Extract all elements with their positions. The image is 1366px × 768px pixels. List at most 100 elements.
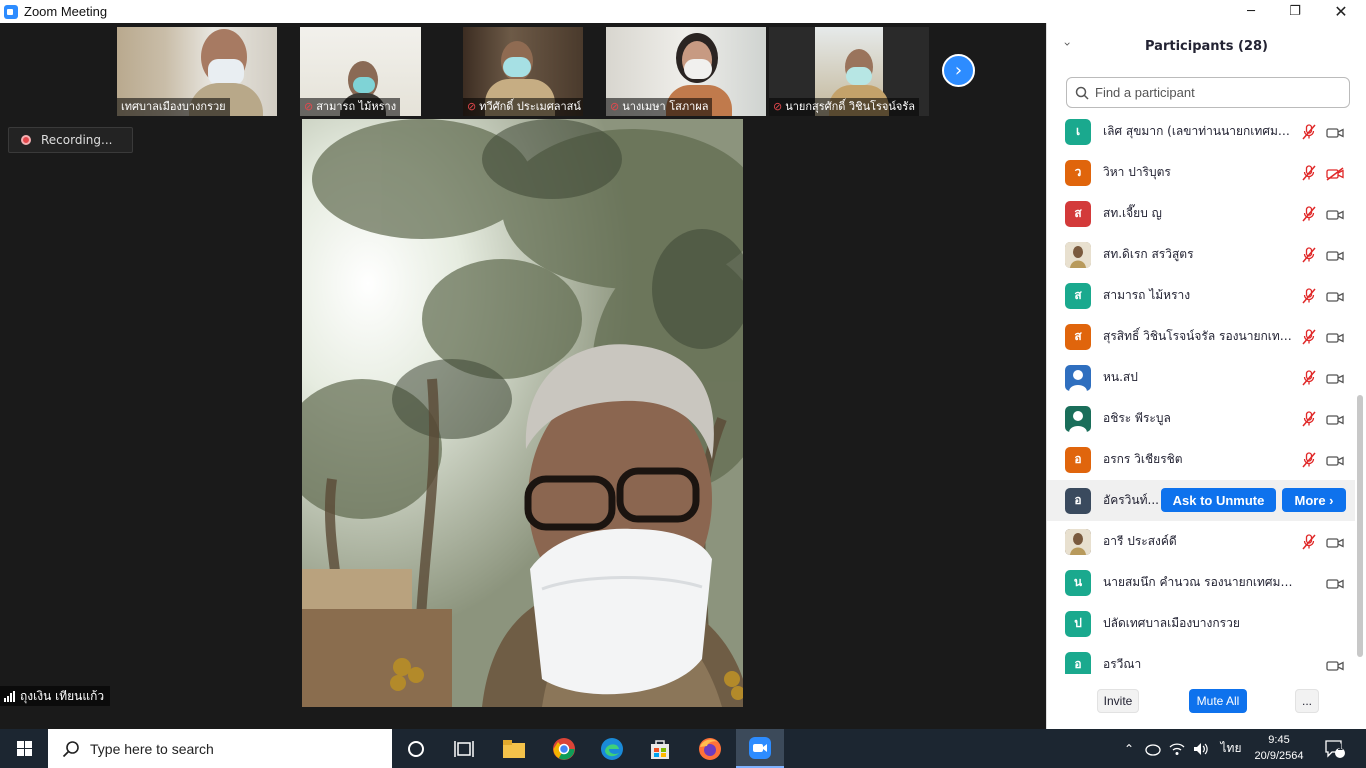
windows-taskbar: ⌃ ไทย 9:45 20/9/2564 1 <box>0 729 1366 768</box>
tile-name-label: ⊘ นางเมษา โสภาผล <box>606 98 713 116</box>
participant-more-button[interactable]: More › <box>1282 488 1346 512</box>
mic-muted-icon <box>1302 451 1316 468</box>
taskbar-edge[interactable] <box>588 729 636 768</box>
taskbar-search-input[interactable] <box>90 740 370 757</box>
tray-wifi[interactable] <box>1166 729 1188 768</box>
recording-label: Recording... <box>41 133 113 147</box>
participant-avatar: ส <box>1065 200 1091 227</box>
invite-button[interactable]: Invite <box>1097 689 1139 713</box>
participants-panel: › Participants (28) เ เลิศ สุขมาก (เลขาท่… <box>1046 23 1366 729</box>
minimize-button[interactable]: ─ <box>1228 0 1274 23</box>
chevron-right-icon: › <box>954 60 963 81</box>
participant-name: สท.เจี๊ยบ ญ <box>1103 206 1162 220</box>
participant-row[interactable]: อ อรกร วิเชียรชิต <box>1047 439 1355 480</box>
participant-row[interactable]: อ อรวีณา <box>1047 644 1355 674</box>
mic-muted-icon <box>1302 328 1316 345</box>
participant-row[interactable]: ส สท.เจี๊ยบ ญ <box>1047 193 1355 234</box>
mic-muted-icon <box>1302 205 1316 222</box>
task-view-icon <box>454 740 474 757</box>
next-page-button[interactable]: › <box>942 54 975 87</box>
gallery-tile[interactable]: เทศบาลเมืองบางกรวย <box>117 27 277 116</box>
video-icon <box>1326 248 1344 262</box>
participant-row[interactable]: น นายสมนึก คำนวณ รองนายกเทศมนตรีเมือ... <box>1047 562 1355 603</box>
participant-row[interactable]: ส สามารถ ไม้หราง <box>1047 275 1355 316</box>
video-icon <box>1326 453 1344 467</box>
taskbar-store[interactable] <box>636 729 684 768</box>
participant-row[interactable]: ส สุรสิทธิ์ วิชินโรจน์จรัล รองนายกเทศม... <box>1047 316 1355 357</box>
avatar-initial: เ <box>1075 124 1081 138</box>
video-icon <box>1326 412 1344 426</box>
video-icon <box>1326 535 1344 549</box>
more-options-button[interactable]: ... <box>1295 689 1319 713</box>
task-view-button[interactable] <box>440 729 488 768</box>
gallery-tile[interactable]: ⊘ สามารถ ไม้หราง <box>300 27 421 116</box>
participant-name: สท.ดิเรก สรวิสูตร <box>1103 247 1194 261</box>
participant-row[interactable]: สท.ดิเรก สรวิสูตร <box>1047 234 1355 275</box>
taskbar-clock[interactable]: 9:45 20/9/2564 <box>1249 732 1309 764</box>
video-icon <box>1326 576 1344 590</box>
search-icon <box>62 740 79 757</box>
chrome-icon <box>553 737 575 760</box>
participant-avatar: เ <box>1065 118 1091 145</box>
avatar-initial: ป <box>1074 616 1082 630</box>
participant-row[interactable]: อชิระ พีระบูล <box>1047 398 1355 439</box>
video-area: เทศบาลเมืองบางกรวย ⊘ สามารถ ไม้หราง ⊘ ทว… <box>0 23 1046 729</box>
video-icon <box>1326 289 1344 303</box>
taskbar-chrome[interactable] <box>540 729 588 768</box>
avatar-initial: น <box>1073 575 1083 589</box>
mic-muted-icon <box>1302 246 1316 263</box>
windows-icon <box>16 741 32 756</box>
participant-search[interactable] <box>1066 77 1350 108</box>
taskbar-zoom[interactable] <box>736 729 784 768</box>
video-icon <box>1326 125 1344 139</box>
action-center-button[interactable]: 1 <box>1320 729 1350 768</box>
chevron-down-icon[interactable]: › <box>1060 42 1074 47</box>
notification-count: 1 <box>1337 743 1344 753</box>
avatar-initial: อ <box>1074 452 1082 466</box>
mic-muted-icon <box>1302 533 1316 550</box>
close-button[interactable]: ✕ <box>1318 0 1364 23</box>
participant-row[interactable]: เ เลิศ สุขมาก (เลขาท่านนายกเทศมนตรี) <box>1047 111 1355 152</box>
participant-avatar: อ <box>1065 446 1091 473</box>
ask-to-unmute-button[interactable]: Ask to Unmute <box>1161 488 1276 512</box>
start-button[interactable] <box>0 729 48 768</box>
participant-row[interactable]: หน.สป <box>1047 357 1355 398</box>
participant-list-scrollbar[interactable] <box>1357 395 1363 657</box>
taskbar-firefox[interactable] <box>686 729 734 768</box>
mute-all-button[interactable]: Mute All <box>1189 689 1247 713</box>
zoom-icon <box>749 736 771 759</box>
participant-name: หน.สป <box>1103 370 1138 384</box>
tile-name-label: ⊘ ทวีศักดิ์ ประเมศลาสน์ <box>463 98 583 116</box>
show-hidden-icons-button[interactable]: ⌃ <box>1118 729 1140 768</box>
recording-indicator[interactable]: Recording... <box>8 127 133 153</box>
search-input[interactable] <box>1095 85 1335 100</box>
participant-name: อรวีณา <box>1103 657 1142 671</box>
participant-name: เลิศ สุขมาก (เลขาท่านนายกเทศมนตรี) <box>1103 124 1295 138</box>
gallery-tile[interactable]: ⊘ ทวีศักดิ์ ประเมศลาสน์ <box>463 27 583 116</box>
mic-muted-icon <box>1302 287 1316 304</box>
avatar-initial: ส <box>1074 206 1082 220</box>
cortana-icon <box>408 740 424 757</box>
mic-muted-icon <box>1302 164 1316 181</box>
chevron-up-icon: ⌃ <box>1123 741 1135 756</box>
wifi-icon <box>1169 742 1185 755</box>
participant-row[interactable]: อ อัครวินท์... Ask to Unmute More › <box>1047 480 1355 521</box>
cortana-button[interactable] <box>392 729 440 768</box>
participant-row[interactable]: อารี ประสงค์ดี <box>1047 521 1355 562</box>
gallery-tile[interactable]: ⊘ นางเมษา โสภาผล <box>606 27 766 116</box>
zoom-app-icon <box>4 4 18 19</box>
panel-header: › Participants (28) <box>1047 23 1366 69</box>
taskbar-file-explorer[interactable] <box>490 729 538 768</box>
gallery-tile[interactable]: ⊘ นายกสุรศักดิ์ วิชินโรจน์จรัล <box>769 27 929 116</box>
taskbar-search[interactable] <box>48 729 392 768</box>
mic-muted-icon <box>1302 410 1316 427</box>
maximize-button[interactable]: ❐ <box>1272 0 1318 23</box>
tray-network-alert[interactable] <box>1142 729 1164 768</box>
participant-avatar: ส <box>1065 282 1091 309</box>
participant-row[interactable]: ป ปลัดเทศบาลเมืองบางกรวย <box>1047 603 1355 644</box>
participant-avatar: ส <box>1065 323 1091 350</box>
participant-row[interactable]: ว วิหา ปาริบุตร <box>1047 152 1355 193</box>
language-indicator[interactable]: ไทย <box>1216 729 1246 768</box>
tray-volume[interactable] <box>1190 729 1212 768</box>
participant-name: ปลัดเทศบาลเมืองบางกรวย <box>1103 616 1240 630</box>
